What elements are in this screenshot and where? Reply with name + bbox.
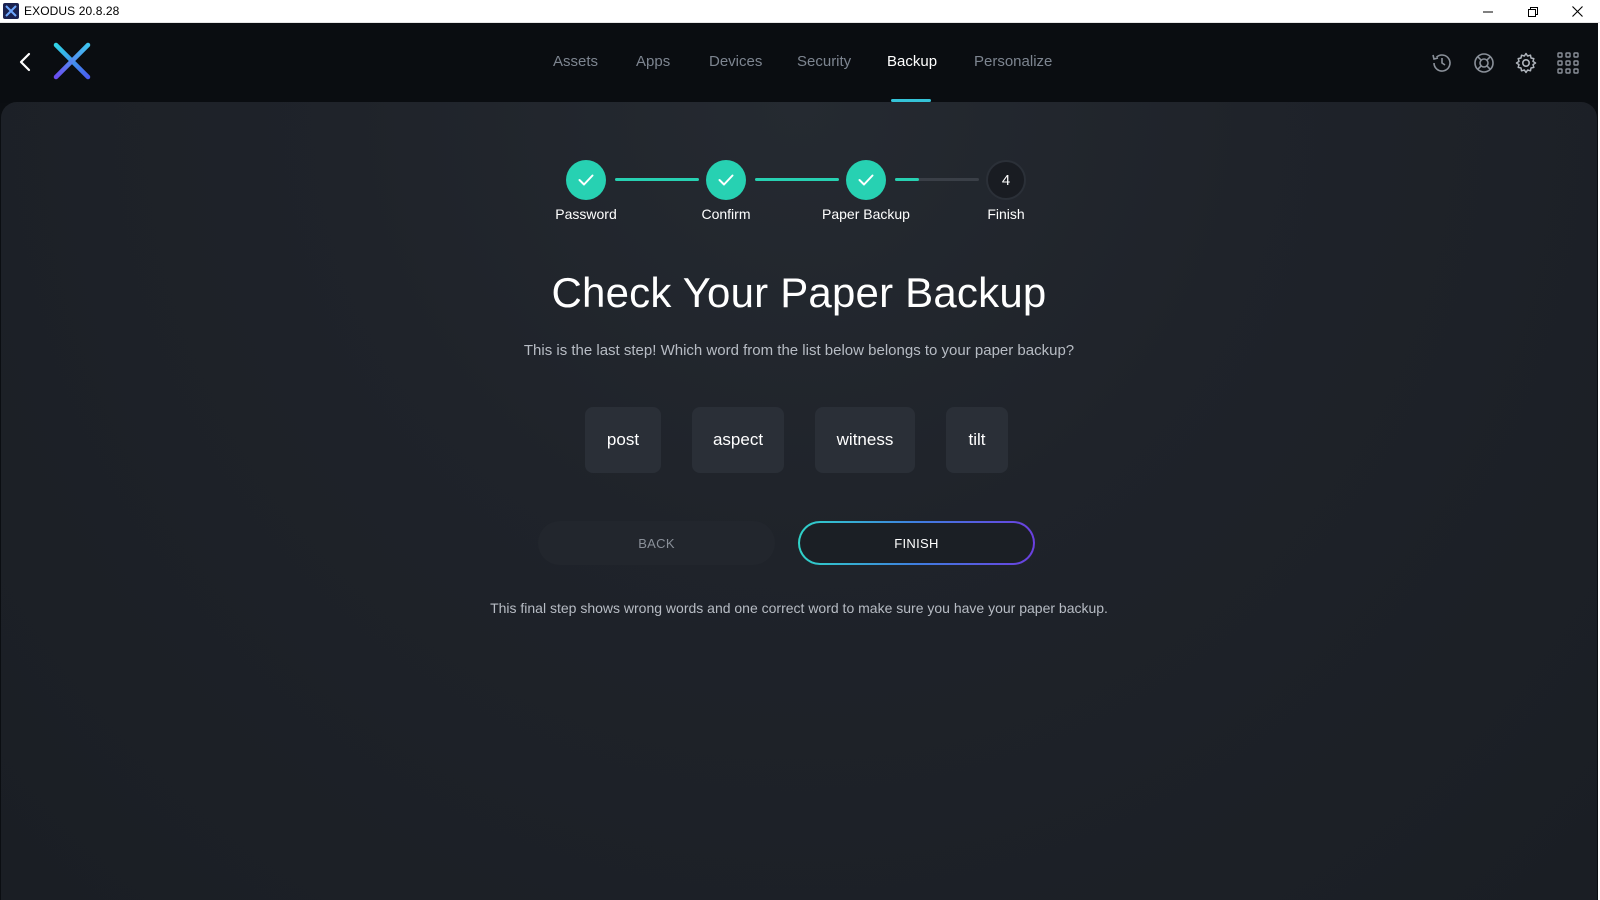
tab-backup[interactable]: Backup (887, 53, 937, 70)
minimize-icon (1482, 11, 1493, 12)
minimize-button[interactable] (1465, 0, 1510, 23)
support-button[interactable] (1470, 49, 1498, 77)
settings-button[interactable] (1512, 49, 1540, 77)
restore-button[interactable] (1510, 0, 1555, 23)
step-connector-partial (895, 178, 979, 181)
close-button[interactable] (1555, 0, 1600, 23)
tab-assets[interactable]: Assets (553, 53, 598, 70)
word-option[interactable]: post (585, 407, 661, 473)
step-number: 4 (1001, 171, 1011, 189)
tab-security[interactable]: Security (797, 53, 851, 70)
step-finish-pending: 4 (986, 160, 1026, 200)
footnote-text: This final step shows wrong words and on… (490, 600, 1108, 616)
support-icon (1474, 53, 1494, 73)
apps-grid-icon (1557, 52, 1579, 74)
word-option[interactable]: witness (815, 407, 915, 473)
backup-panel: 4 Password Confirm Paper Backup Finish C… (1, 102, 1597, 900)
settings-icon (1515, 52, 1537, 74)
restore-icon (1527, 6, 1538, 17)
apps-grid-button[interactable] (1554, 49, 1582, 77)
step-connector (615, 178, 699, 181)
header-actions (1428, 49, 1582, 77)
window-controls (1465, 0, 1600, 23)
exodus-app-icon (3, 3, 19, 19)
app-window: Assets Apps Devices Security Backup Pers… (0, 23, 1598, 900)
window-title: EXODUS 20.8.28 (24, 4, 120, 18)
tab-devices[interactable]: Devices (709, 53, 762, 70)
instruction-text: This is the last step! Which word from t… (523, 342, 1075, 359)
step-connector (755, 178, 839, 181)
word-option[interactable]: tilt (946, 407, 1008, 473)
step-confirm-done (706, 160, 746, 200)
checkmark-icon (718, 174, 734, 186)
tab-personalize[interactable]: Personalize (974, 53, 1052, 70)
step-label-confirm: Confirm (701, 206, 751, 222)
finish-button[interactable]: FINISH (798, 521, 1035, 565)
back-button[interactable]: BACK (538, 521, 775, 565)
step-paper-backup-done (846, 160, 886, 200)
step-label-paper-backup: Paper Backup (822, 206, 910, 222)
page-title: Check Your Paper Backup (551, 269, 1047, 316)
step-label-finish: Finish (987, 206, 1025, 222)
checkmark-icon (578, 174, 594, 186)
history-button[interactable] (1428, 49, 1456, 77)
step-password-done (566, 160, 606, 200)
backup-stepper: 4 Password Confirm Paper Backup Finish (1, 102, 1597, 242)
tab-apps[interactable]: Apps (636, 53, 670, 70)
window-titlebar: EXODUS 20.8.28 (0, 0, 1600, 23)
step-label-password: Password (555, 206, 617, 222)
nav-tabs: Assets Apps Devices Security Backup Pers… (0, 23, 1598, 103)
checkmark-icon (858, 174, 874, 186)
top-navigation: Assets Apps Devices Security Backup Pers… (0, 23, 1598, 103)
history-icon (1432, 54, 1451, 72)
close-icon (1572, 6, 1583, 17)
word-choices: post aspect witness tilt (1, 407, 1597, 473)
word-option[interactable]: aspect (692, 407, 784, 473)
